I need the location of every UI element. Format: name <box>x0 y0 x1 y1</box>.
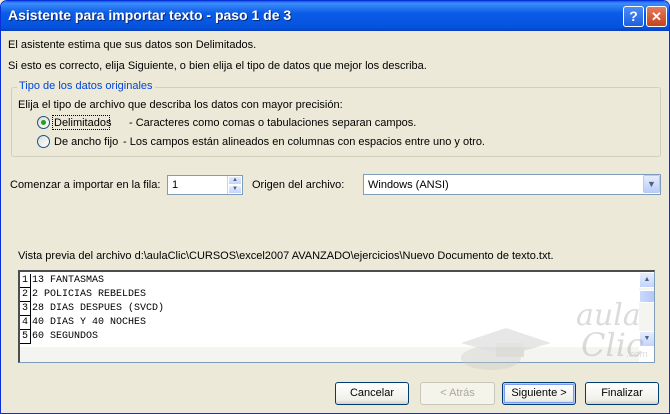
cancel-button[interactable]: Cancelar <box>335 382 409 405</box>
preview-row-text: 2 POLICIAS REBELDES <box>32 289 147 300</box>
spinner-buttons: ▲ ▼ <box>227 176 242 194</box>
radio-fixed-width-label[interactable]: De ancho fijo <box>54 136 118 148</box>
group-legend: Tipo de los datos originales <box>17 80 155 92</box>
preview-row-number: 3 <box>20 302 31 316</box>
preview-row-number: 2 <box>20 288 31 302</box>
intro-line-2: Si esto es correcto, elija Siguiente, o … <box>8 60 427 72</box>
preview-row: 22 POLICIAS REBELDES <box>20 288 146 302</box>
radio-fixed-width-description: - Los campos están alineados en columnas… <box>123 136 485 148</box>
scroll-up-icon[interactable]: ▲ <box>639 272 654 288</box>
radio-delimited-description: - Caracteres como comas o tabulaciones s… <box>129 117 417 129</box>
preview-row: 5 60 SEGUNDOS <box>20 330 98 344</box>
preview-row-text: 28 DIAS DESPUES (SVCD) <box>32 303 165 314</box>
close-button[interactable]: ✕ <box>646 6 667 27</box>
radio-delimited-label[interactable]: Delimitados <box>54 117 111 129</box>
origin-value: Windows (ANSI) <box>368 179 449 191</box>
finish-button[interactable]: Finalizar <box>585 382 659 405</box>
radio-fixed-width[interactable] <box>37 135 50 148</box>
origin-combobox[interactable]: Windows (ANSI) ▼ <box>363 174 661 195</box>
title-bar[interactable]: Asistente para importar texto - paso 1 d… <box>1 1 669 31</box>
preview-row-text: 60 SEGUNDOS <box>32 331 99 342</box>
help-icon: ? <box>629 8 638 24</box>
preview-row-number: 1 <box>20 274 31 288</box>
radio-selected-dot <box>41 120 46 125</box>
next-button[interactable]: Siguiente > <box>502 382 576 405</box>
preview-label: Vista previa del archivo d:\aulaClic\CUR… <box>18 250 554 262</box>
group-instruction: Elija el tipo de archivo que describa lo… <box>18 99 343 111</box>
logo-suffix: .com <box>626 350 648 360</box>
back-button[interactable]: < Atrás <box>420 382 495 405</box>
import-text-wizard-dialog: Asistente para importar texto - paso 1 d… <box>0 0 670 414</box>
preview-row: 1 13 FANTASMAS <box>20 274 104 288</box>
chevron-down-icon[interactable]: ▼ <box>643 175 660 193</box>
radio-delimited[interactable] <box>37 116 50 129</box>
intro-line-1: El asistente estima que sus datos son De… <box>8 39 257 51</box>
spin-down-icon[interactable]: ▼ <box>228 185 242 194</box>
start-row-label: Comenzar a importar en la fila: <box>10 179 161 191</box>
preview-row-number: 4 <box>20 316 31 330</box>
preview-row-text: 13 FANTASMAS <box>32 275 105 286</box>
preview-row-text: 40 DIAS Y 40 NOCHES <box>32 317 147 328</box>
start-row-spinner[interactable]: 1 ▲ ▼ <box>167 175 243 195</box>
preview-row-number: 5 <box>20 330 31 344</box>
close-icon: ✕ <box>651 9 662 24</box>
preview-row: 4 40 DIAS Y 40 NOCHES <box>20 316 146 330</box>
origin-label: Origen del archivo: <box>252 179 345 191</box>
preview-row: 3 28 DIAS DESPUES (SVCD) <box>20 302 164 316</box>
help-button[interactable]: ? <box>623 6 644 27</box>
dialog-title: Asistente para importar texto - paso 1 d… <box>8 7 292 23</box>
spin-up-icon[interactable]: ▲ <box>228 176 242 185</box>
aulaclic-logo: aula Clic .com <box>456 298 656 378</box>
start-row-value: 1 <box>172 179 179 191</box>
